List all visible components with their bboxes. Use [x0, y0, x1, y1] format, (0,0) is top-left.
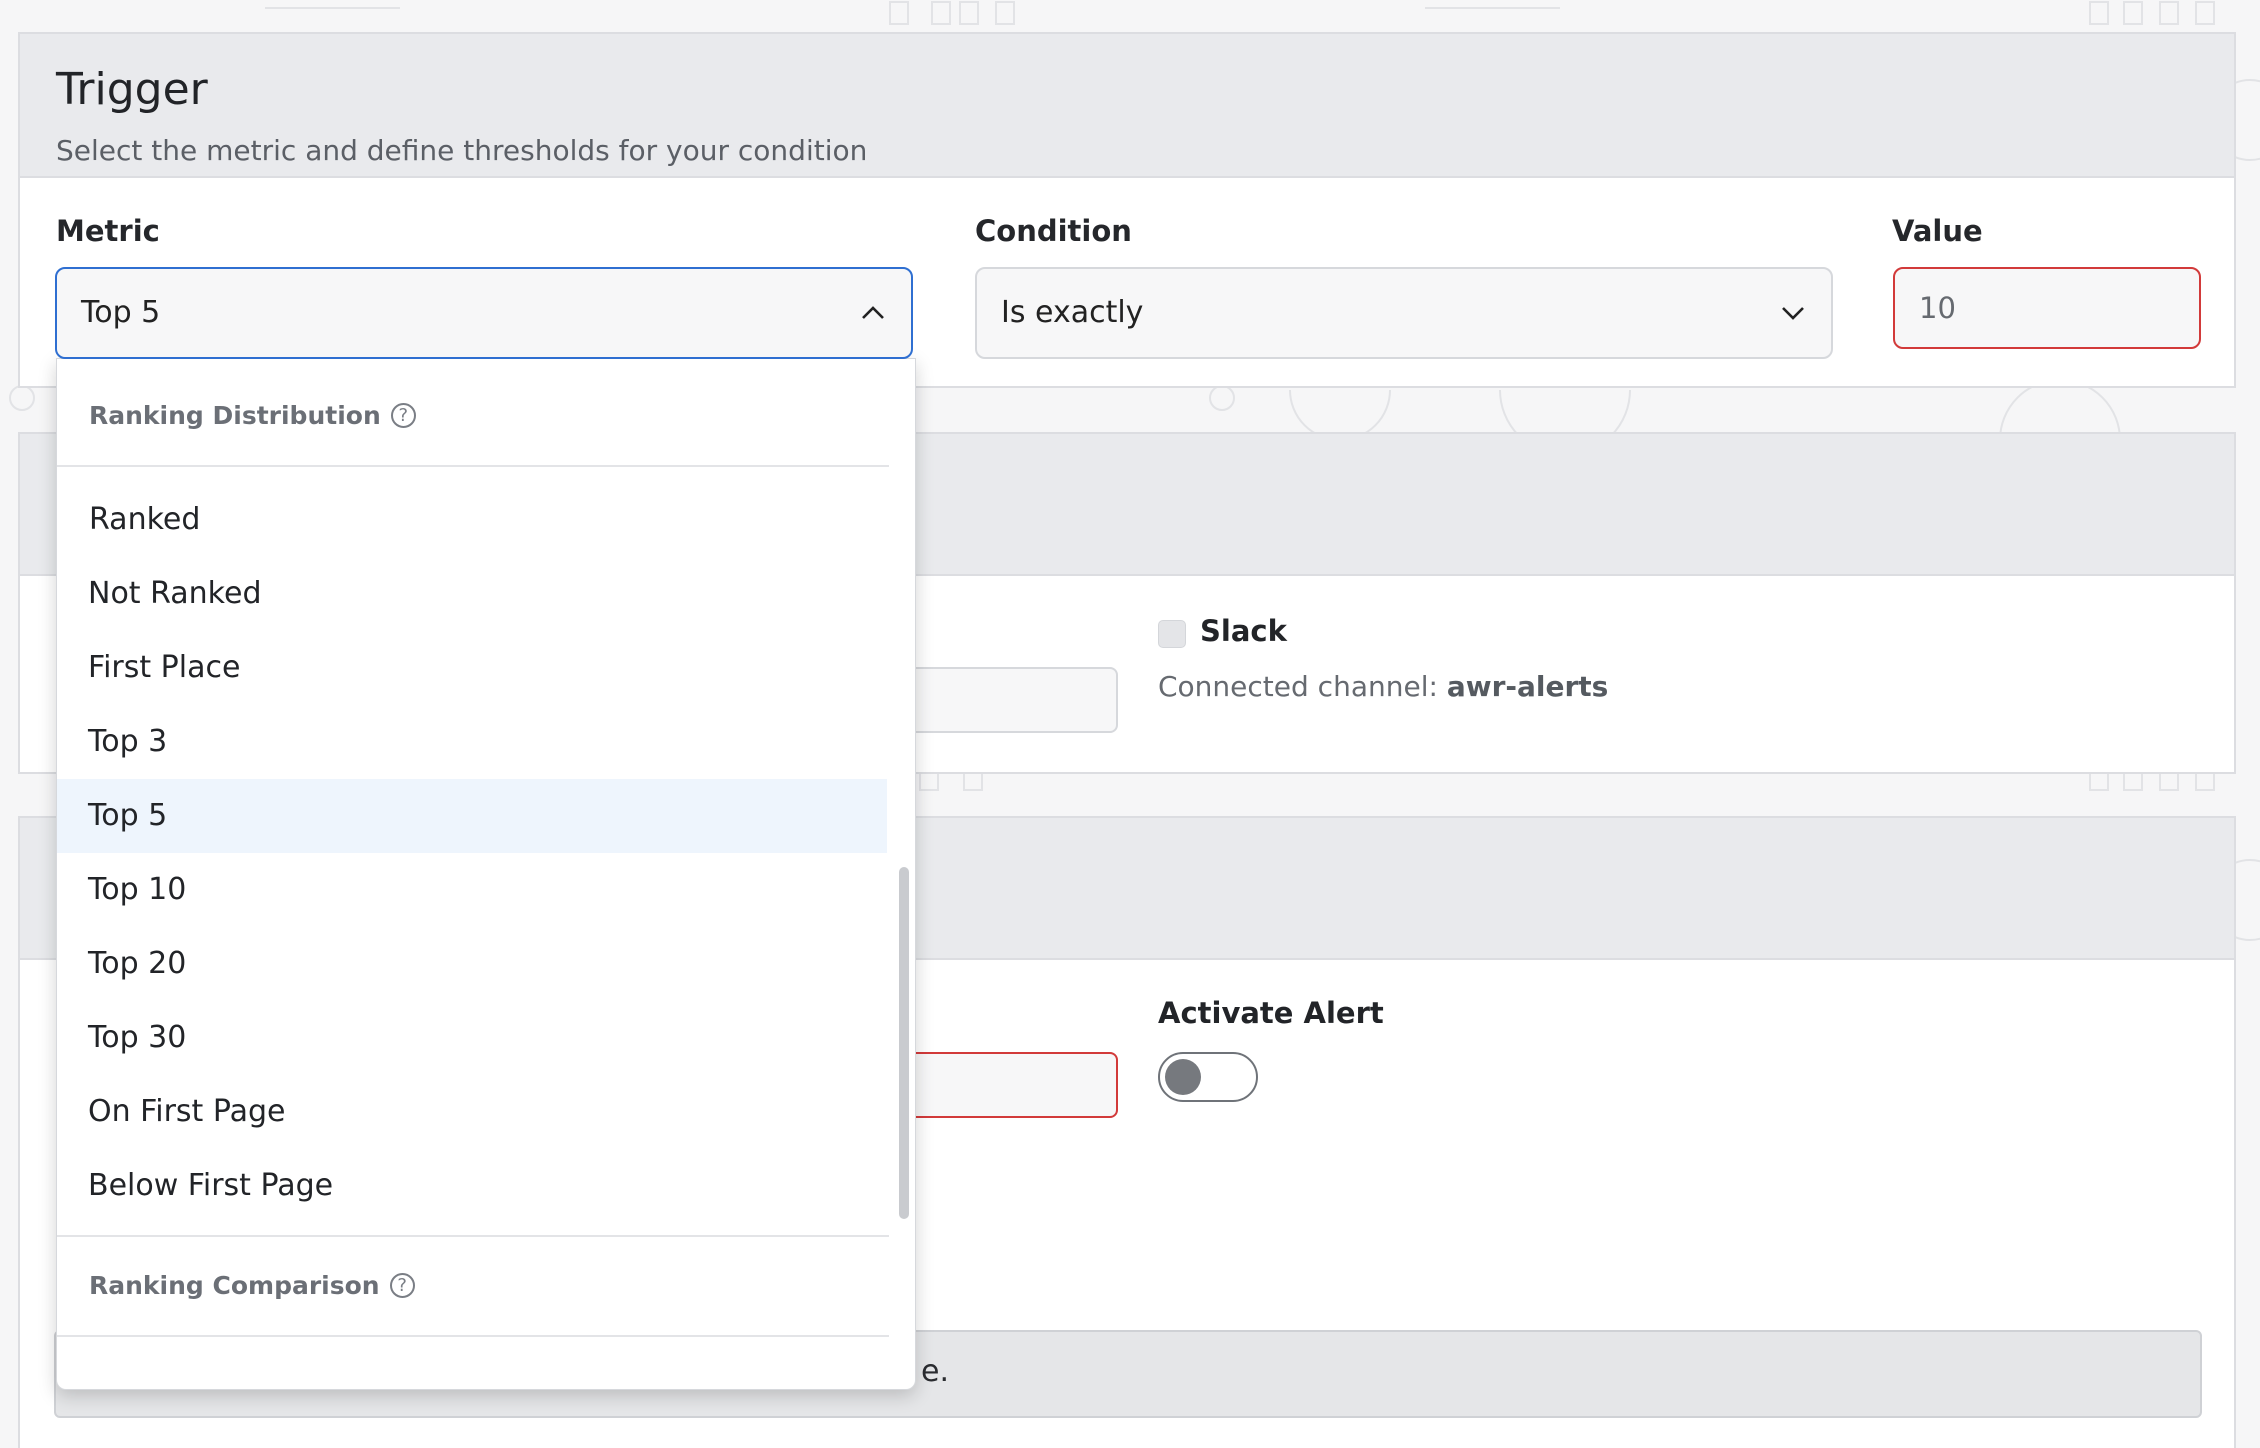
help-icon[interactable]: ?: [390, 403, 416, 428]
metric-dropdown-menu: Ranking Distribution ? Ranked Not Ranked…: [56, 358, 916, 1390]
activate-alert-toggle[interactable]: [1158, 1052, 1258, 1102]
condition-label: Condition: [975, 214, 1132, 248]
condition-select[interactable]: Is exactly: [975, 267, 1833, 359]
option-top-5[interactable]: Top 5: [57, 779, 887, 853]
option-top-3[interactable]: Top 3: [57, 705, 887, 779]
activate-alert-label: Activate Alert: [1158, 996, 1384, 1030]
value-input[interactable]: 10: [1893, 267, 2201, 349]
divider: [57, 1235, 889, 1237]
option-first-place[interactable]: First Place: [57, 631, 887, 705]
trigger-title: Trigger: [56, 64, 208, 115]
divider: [57, 465, 889, 467]
dropdown-scrollbar[interactable]: [899, 867, 909, 1219]
connected-channel-prefix: Connected channel:: [1158, 670, 1447, 703]
info-bar-text: e.: [921, 1354, 949, 1389]
chevron-down-icon[interactable]: [1779, 299, 1807, 335]
option-top-10[interactable]: Top 10: [57, 853, 887, 927]
trigger-card-header: Trigger Select the metric and define thr…: [20, 34, 2234, 178]
connected-channel-text: Connected channel: awr-alerts: [1158, 670, 1608, 703]
metric-label: Metric: [56, 214, 160, 248]
help-icon[interactable]: ?: [389, 1273, 415, 1298]
group-ranking-comparison: Ranking Comparison ?: [89, 1271, 415, 1300]
option-not-ranked[interactable]: Not Ranked: [57, 557, 887, 631]
option-top-30[interactable]: Top 30: [57, 1001, 887, 1075]
metric-select[interactable]: Top 5: [55, 267, 913, 359]
option-below-first-page[interactable]: Below First Page: [57, 1149, 887, 1223]
slack-checkbox[interactable]: [1158, 620, 1186, 648]
slack-label: Slack: [1200, 614, 1287, 648]
option-top-20[interactable]: Top 20: [57, 927, 887, 1001]
group-ranking-distribution: Ranking Distribution ?: [89, 401, 416, 430]
toggle-knob: [1165, 1059, 1201, 1095]
trigger-subtitle: Select the metric and define thresholds …: [56, 134, 868, 167]
option-on-first-page[interactable]: On First Page: [57, 1075, 887, 1149]
chevron-up-icon[interactable]: [859, 299, 887, 335]
group-ranking-distribution-label: Ranking Distribution: [89, 401, 381, 430]
connected-channel-name: awr-alerts: [1446, 670, 1609, 703]
group-ranking-comparison-label: Ranking Comparison: [89, 1271, 380, 1300]
divider: [57, 1335, 889, 1337]
condition-select-value: Is exactly: [1001, 295, 1144, 330]
value-input-text: 10: [1919, 291, 1956, 325]
value-label: Value: [1892, 214, 1983, 248]
option-ranked[interactable]: Ranked: [57, 483, 887, 557]
metric-select-value: Top 5: [81, 295, 161, 330]
